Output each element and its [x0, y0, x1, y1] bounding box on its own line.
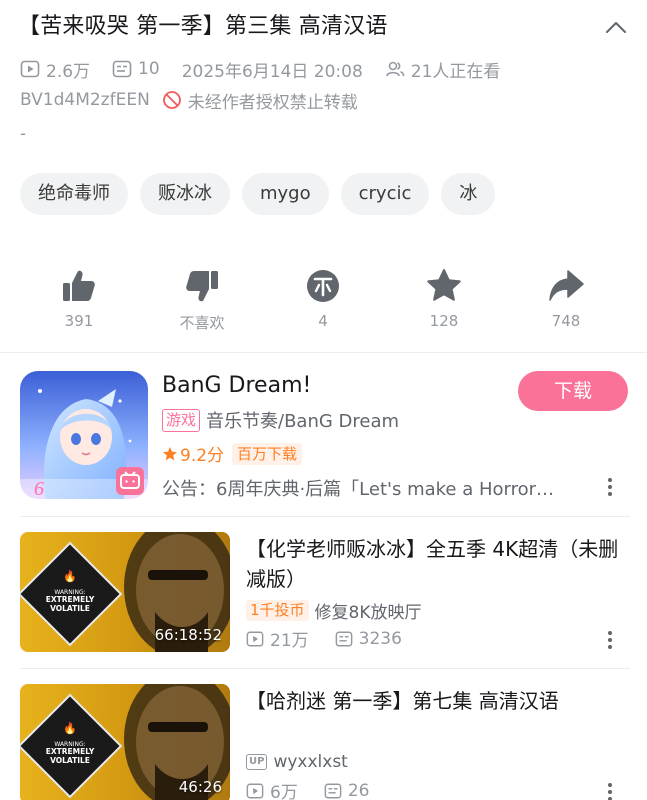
app-icon-badge: 6: [34, 478, 44, 499]
list-divider: [20, 516, 630, 517]
rating-value: 9.2分: [180, 446, 225, 466]
star-icon: [427, 269, 461, 301]
thumbs-down-icon: [186, 271, 218, 302]
svg-text:VOLATILE: VOLATILE: [50, 756, 90, 765]
coin-badge: 1千投币: [246, 600, 309, 621]
danmaku-count: 10: [138, 59, 160, 79]
chevron-up-icon[interactable]: [602, 14, 630, 42]
danmaku-count: 26: [347, 780, 370, 800]
bvid-row: BV1d4M2zfEEN 未经作者授权禁止转载: [20, 87, 358, 113]
video-duration: 46:26: [178, 778, 222, 796]
svg-text:🔥: 🔥: [63, 570, 77, 583]
dislike-label: 不喜欢: [179, 314, 225, 332]
svg-text:EXTREMELY: EXTREMELY: [46, 747, 95, 756]
favorite-button[interactable]: 128: [399, 266, 489, 330]
danmaku-icon: [112, 60, 132, 78]
more-options-icon[interactable]: [600, 628, 620, 652]
video-title[interactable]: 【化学老师贩冰冰】全五季 4K超清（未删减版）: [246, 534, 626, 594]
game-tag: 游戏: [162, 408, 201, 432]
more-options-icon[interactable]: [600, 780, 620, 800]
video-title-row: 【苦来吸哭 第一季】第三集 高清汉语: [18, 10, 630, 46]
video-title[interactable]: 【哈剂迷 第一季】第七集 高清汉语: [246, 686, 626, 716]
up-icon: UP: [246, 754, 268, 770]
tag-item[interactable]: mygo: [242, 173, 329, 215]
app-rating-row: 9.2分 百万下载: [162, 441, 303, 466]
video-description: -: [20, 124, 27, 144]
like-count: 391: [64, 312, 94, 330]
more-options-icon[interactable]: [600, 475, 620, 499]
download-button[interactable]: 下载: [518, 371, 628, 411]
coin-icon: [307, 270, 339, 302]
share-count: 748: [551, 312, 581, 330]
like-button[interactable]: 391: [34, 266, 124, 330]
video-subtitle: 修复8K放映厅: [314, 603, 422, 623]
view-count: 6万: [270, 783, 298, 800]
svg-text:EXTREMELY: EXTREMELY: [46, 595, 95, 604]
play-count-icon: [246, 783, 264, 798]
uploader-row: UP wyxxlxst: [246, 752, 348, 772]
thumbs-up-icon: [63, 270, 95, 301]
watching-count: 21人正在看: [410, 61, 501, 82]
app-icon-art: 6: [20, 371, 148, 499]
svg-text:🔥: 🔥: [63, 722, 77, 735]
app-name: BanG Dream!: [162, 373, 312, 398]
danmaku-count: 3236: [358, 628, 402, 649]
coin-button[interactable]: 4: [278, 266, 368, 330]
viewers-icon: [385, 61, 405, 77]
bvid[interactable]: BV1d4M2zfEEN: [20, 90, 150, 110]
related-video[interactable]: 🔥 WARNING: EXTREMELY VOLATILE 66:18:52 【…: [20, 532, 630, 652]
section-divider: [0, 352, 647, 353]
svg-text:VOLATILE: VOLATILE: [50, 604, 90, 613]
favorite-count: 128: [429, 312, 459, 330]
dislike-button[interactable]: 不喜欢: [157, 266, 247, 333]
tag-item[interactable]: 绝命毒师: [20, 173, 128, 215]
copyright-notice: 未经作者授权禁止转载: [187, 92, 358, 113]
app-icon[interactable]: 6: [20, 371, 148, 499]
video-title: 【苦来吸哭 第一季】第三集 高清汉语: [18, 14, 388, 39]
app-genre: 音乐节奏/BanG Dream: [206, 411, 400, 432]
forbidden-icon: [162, 91, 181, 109]
share-button[interactable]: 748: [521, 266, 611, 330]
view-count: 21万: [270, 631, 309, 651]
play-count-icon: [246, 631, 264, 646]
app-notice: 公告：6周年庆典·后篇「Let's make a Horror…: [162, 479, 555, 500]
play-count-icon: [20, 60, 40, 78]
coin-count: 4: [318, 312, 328, 330]
tag-item[interactable]: 冰: [441, 173, 496, 215]
app-category: 游戏 音乐节奏/BanG Dream: [162, 407, 399, 433]
video-stats: 21万 3236: [246, 626, 402, 651]
share-icon: [549, 270, 584, 301]
publish-date: 2025年6月14日 20:08: [181, 61, 363, 82]
video-duration: 66:18:52: [154, 626, 222, 644]
video-thumbnail[interactable]: 🔥 WARNING: EXTREMELY VOLATILE 46:26: [20, 684, 230, 800]
video-subtitle-row: 1千投币 修复8K放映厅: [246, 598, 422, 623]
downloads-badge: 百万下载: [232, 442, 303, 465]
video-meta: 2.6万 10 2025年6月14日 20:08 21人正在看: [20, 56, 500, 82]
list-divider: [20, 668, 630, 669]
tag-item[interactable]: 贩冰冰: [140, 173, 230, 215]
rating: 9.2分: [162, 441, 224, 466]
danmaku-icon: [335, 631, 353, 646]
rating-star-icon: [163, 446, 177, 460]
uploader-name[interactable]: wyxxlxst: [273, 752, 347, 772]
action-bar: 391 不喜欢 4 128 748: [0, 266, 647, 336]
app-promo-card[interactable]: 6 BanG Dream! 下载 游戏 音乐节奏/BanG Dream 9.2分…: [20, 371, 630, 501]
view-count: 2.6万: [46, 61, 91, 82]
related-video[interactable]: 🔥 WARNING: EXTREMELY VOLATILE 46:26 【哈剂迷…: [20, 684, 630, 800]
video-stats: 6万 26: [246, 778, 369, 800]
video-thumbnail[interactable]: 🔥 WARNING: EXTREMELY VOLATILE 66:18:52: [20, 532, 230, 652]
tag-item[interactable]: crycic: [340, 173, 430, 215]
danmaku-icon: [324, 783, 342, 798]
tag-list: 绝命毒师 贩冰冰 mygo crycic 冰: [20, 173, 496, 215]
